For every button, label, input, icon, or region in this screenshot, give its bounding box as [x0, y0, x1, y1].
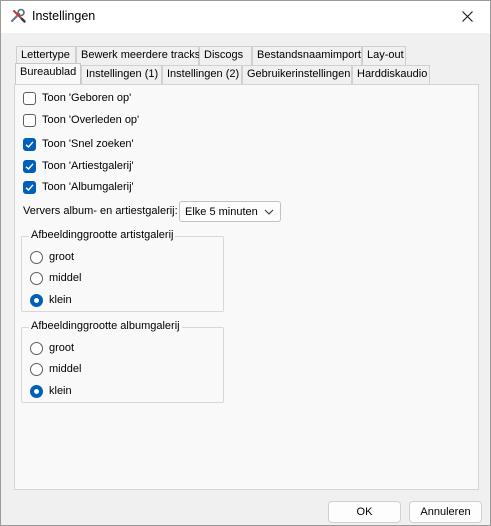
- group-title: Afbeeldinggrootte artistgalerij: [29, 229, 176, 241]
- tab-gebruikerinstellingen[interactable]: Gebruikerinstellingen: [242, 65, 352, 84]
- checkbox-geboren-op[interactable]: Toon 'Geboren op': [23, 90, 131, 106]
- radio-album-klein[interactable]: klein: [30, 383, 72, 399]
- checkbox-box[interactable]: [23, 159, 36, 173]
- chevron-down-icon: [264, 209, 274, 215]
- radio-album-middel[interactable]: middel: [30, 361, 81, 377]
- tab-bureaublad[interactable]: Bureaublad: [15, 63, 81, 84]
- close-button[interactable]: [444, 1, 490, 32]
- checkbox-snel-zoeken[interactable]: Toon 'Snel zoeken': [23, 136, 134, 152]
- cancel-button[interactable]: Annuleren: [409, 501, 482, 523]
- checkmark-icon: [25, 140, 34, 148]
- window-title: Instellingen: [32, 9, 96, 23]
- tab-instellingen-1[interactable]: Instellingen (1): [81, 65, 162, 84]
- tools-icon: [10, 8, 26, 24]
- checkbox-box[interactable]: [23, 91, 36, 105]
- checkmark-icon: [25, 162, 34, 170]
- tab-lay-out[interactable]: Lay-out: [362, 46, 406, 65]
- checkbox-overleden-op[interactable]: Toon 'Overleden op': [23, 112, 139, 128]
- checkbox-albumgalerij[interactable]: Toon 'Albumgalerij': [23, 179, 134, 195]
- checkbox-box[interactable]: [23, 113, 36, 127]
- refresh-label: Ververs album- en artiestgalerij:: [23, 205, 178, 217]
- group-artist-image-size: Afbeeldinggrootte artistgalerij groot mi…: [21, 229, 224, 312]
- radio-artist-middel[interactable]: middel: [30, 270, 81, 286]
- title-bar: Instellingen: [1, 1, 490, 33]
- radio-button[interactable]: [30, 271, 43, 285]
- checkbox-artiestgalerij[interactable]: Toon 'Artiestgalerij': [23, 158, 134, 174]
- settings-dialog: Instellingen Lettertype Bewerk meerdere …: [0, 0, 491, 526]
- ok-button[interactable]: OK: [328, 501, 401, 523]
- group-title: Afbeeldinggrootte albumgalerij: [29, 320, 182, 332]
- group-album-image-size: Afbeeldinggrootte albumgalerij groot mid…: [21, 320, 224, 403]
- radio-button[interactable]: [30, 384, 43, 398]
- radio-button[interactable]: [30, 250, 43, 264]
- radio-album-groot[interactable]: groot: [30, 340, 74, 356]
- radio-button[interactable]: [30, 362, 43, 376]
- checkbox-box[interactable]: [23, 137, 36, 151]
- checkmark-icon: [25, 183, 34, 191]
- close-icon: [461, 11, 473, 22]
- tab-bestandsnaamimport[interactable]: Bestandsnaamimport: [252, 46, 362, 65]
- radio-artist-klein[interactable]: klein: [30, 292, 72, 308]
- radio-button[interactable]: [30, 341, 43, 355]
- radio-button[interactable]: [30, 293, 43, 307]
- tab-bewerk-meerdere-tracks[interactable]: Bewerk meerdere tracks: [76, 46, 200, 65]
- refresh-interval-value: Elke 5 minuten: [185, 205, 258, 218]
- tab-harddiskaudio[interactable]: Harddiskaudio: [352, 65, 430, 84]
- tab-instellingen-2[interactable]: Instellingen (2): [162, 65, 242, 84]
- refresh-interval-select[interactable]: Elke 5 minuten: [179, 201, 281, 222]
- tab-discogs[interactable]: Discogs: [199, 46, 252, 65]
- checkbox-box[interactable]: [23, 180, 36, 194]
- radio-artist-groot[interactable]: groot: [30, 249, 74, 265]
